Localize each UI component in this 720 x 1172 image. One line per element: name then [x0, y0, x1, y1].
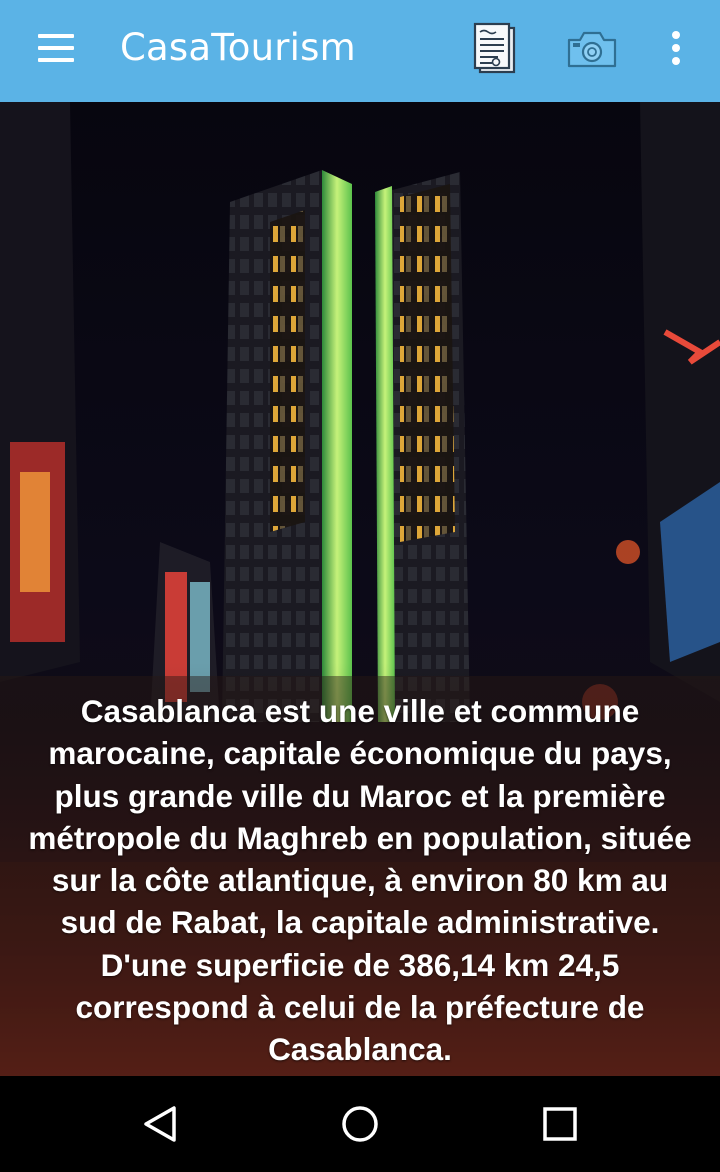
- description-line: correspond à celui de la préfecture de: [75, 989, 645, 1026]
- description-line: marocaine, capitale économique du pays,: [48, 735, 672, 772]
- navigation-bar: [0, 1076, 720, 1172]
- recents-icon[interactable]: [532, 1096, 588, 1152]
- app-title: CasaTourism: [120, 26, 356, 69]
- document-icon[interactable]: [470, 22, 522, 78]
- description-overlay: Casablanca est une ville et commune maro…: [0, 676, 720, 1076]
- description-line: sur la côte atlantique, à environ 80 km …: [51, 862, 669, 899]
- home-icon[interactable]: [332, 1096, 388, 1152]
- description-line: Casablanca.: [268, 1031, 452, 1068]
- description-line: Casablanca est une ville et commune: [80, 693, 640, 729]
- menu-icon[interactable]: [36, 32, 76, 64]
- description-line: métropole du Maghreb en population, situ…: [28, 819, 692, 856]
- back-icon[interactable]: [132, 1096, 188, 1152]
- app-bar: CasaTourism: [0, 0, 720, 102]
- description-line: D'une superficie de 386,14 km 24,5: [100, 946, 620, 983]
- more-vert-icon[interactable]: [660, 28, 690, 72]
- description-line: sud de Rabat, la capitale administrative…: [60, 904, 660, 941]
- camera-icon[interactable]: [566, 28, 618, 70]
- description-text: Casablanca est une ville et commune maro…: [0, 690, 720, 1071]
- description-line: plus grande ville du Maroc et la premièr…: [54, 777, 666, 814]
